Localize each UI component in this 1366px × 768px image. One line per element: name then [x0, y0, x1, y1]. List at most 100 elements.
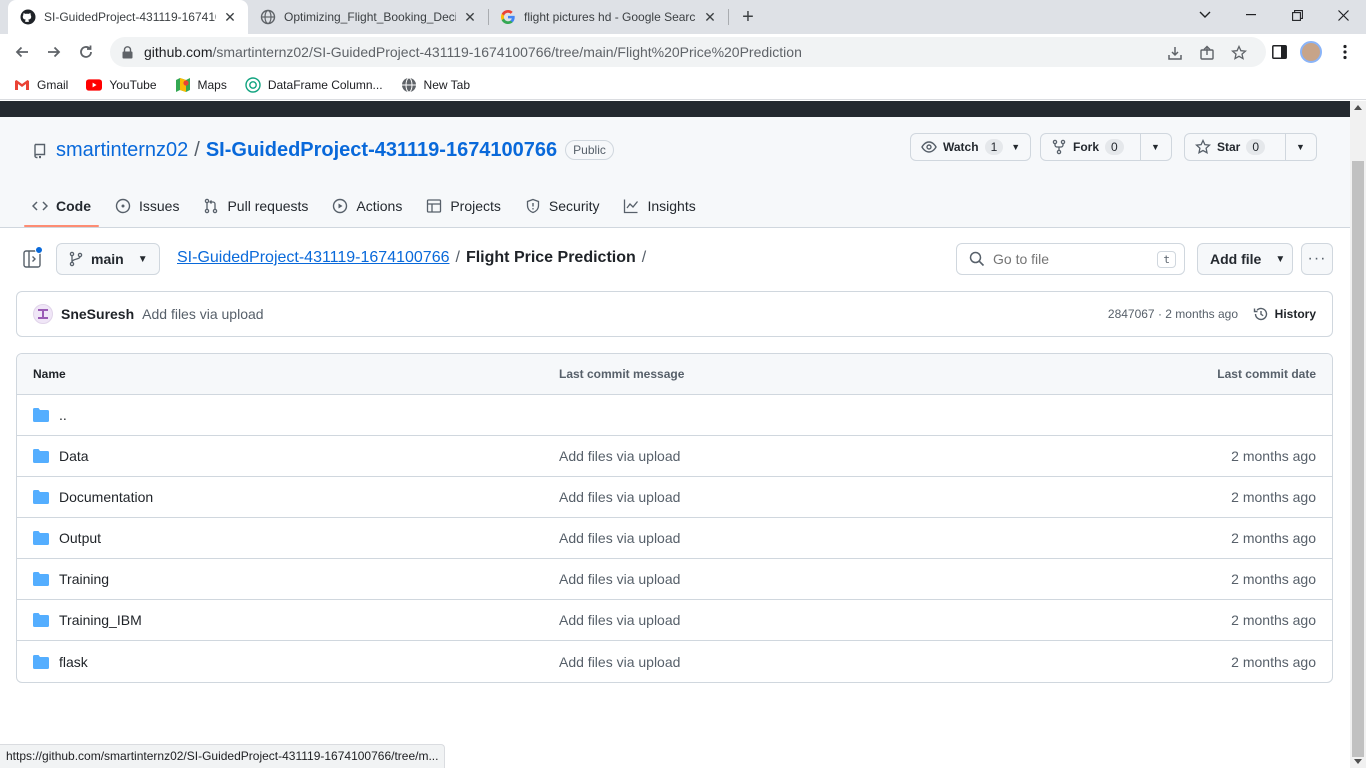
close-tab-icon[interactable]: ✕ — [702, 9, 718, 25]
fork-dropdown[interactable]: ▼ — [1140, 134, 1170, 160]
commit-message-link[interactable]: Add files via upload — [559, 448, 680, 464]
star-dropdown[interactable]: ▼ — [1285, 134, 1315, 160]
history-button[interactable]: History — [1253, 306, 1316, 322]
author-avatar[interactable] — [33, 304, 53, 324]
folder-icon — [33, 448, 49, 464]
file-name: flask — [59, 653, 88, 670]
star-button[interactable]: Star 0 ▼ — [1184, 133, 1317, 161]
browser-tab-github[interactable]: SI-GuidedProject-431119-16741007 ✕ — [8, 0, 248, 34]
bookmark-youtube[interactable]: YouTube — [86, 77, 157, 93]
folder-link-training-ibm[interactable]: Training_IBM — [33, 612, 142, 628]
browser-tab-google[interactable]: flight pictures hd - Google Search ✕ — [488, 0, 728, 34]
bookmark-gmail[interactable]: Gmail — [14, 77, 68, 93]
branch-selector[interactable]: main ▼ — [56, 243, 160, 275]
close-tab-icon[interactable]: ✕ — [462, 9, 478, 25]
watch-button[interactable]: Watch 1 ▼ — [910, 133, 1031, 161]
folder-link-training[interactable]: Training — [33, 571, 109, 587]
file-name: Documentation — [59, 489, 154, 505]
kebab-horizontal-icon: ··· — [1307, 250, 1327, 267]
commit-message-link[interactable]: Add files via upload — [559, 654, 680, 670]
profile-avatar[interactable] — [1300, 41, 1322, 63]
reload-icon[interactable] — [72, 38, 100, 66]
bookmark-maps[interactable]: Maps — [175, 77, 227, 93]
folder-link-data[interactable]: Data — [33, 448, 89, 464]
watch-main[interactable]: Watch 1 ▼ — [911, 134, 1030, 160]
close-tab-icon[interactable]: ✕ — [222, 9, 238, 25]
tab-label: Pull requests — [227, 198, 309, 214]
tab-pull-requests[interactable]: Pull requests — [195, 187, 316, 225]
bookmark-star-icon[interactable] — [1230, 44, 1248, 62]
share-icon[interactable] — [1198, 44, 1216, 62]
git-branch-icon — [69, 251, 83, 267]
parent-directory-link[interactable]: .. — [33, 407, 67, 423]
add-file-button[interactable]: Add file ▼ — [1197, 243, 1293, 275]
commit-message[interactable]: Add files via upload — [142, 306, 263, 322]
file-tree-toggle[interactable] — [22, 246, 43, 269]
tab-search-icon[interactable] — [1182, 0, 1228, 30]
folder-link-documentation[interactable]: Documentation — [33, 489, 153, 505]
add-file-label: Add file — [1210, 251, 1262, 267]
gmail-icon — [14, 77, 30, 93]
watch-count: 1 — [984, 139, 1004, 155]
repo-owner-link[interactable]: smartinternz02 — [56, 139, 188, 162]
folder-link-flask[interactable]: flask — [33, 654, 88, 670]
table-row[interactable]: Training_IBM Add files via upload 2 mont… — [17, 600, 1332, 641]
commit-message-link[interactable]: Add files via upload — [559, 571, 680, 587]
commit-date: 2 months ago — [1231, 448, 1316, 464]
commit-date: 2 months ago — [1231, 571, 1316, 587]
restore-icon[interactable] — [1274, 0, 1320, 30]
minimize-icon[interactable] — [1228, 0, 1274, 30]
table-row[interactable]: Training Add files via upload 2 months a… — [17, 559, 1332, 600]
go-to-file-input[interactable] — [993, 251, 1143, 267]
tab-title: Optimizing_Flight_Booking_Decisi — [284, 10, 456, 24]
fork-button[interactable]: Fork 0 ▼ — [1040, 133, 1172, 161]
forward-icon[interactable] — [40, 38, 68, 66]
browser-tab-optimizing[interactable]: Optimizing_Flight_Booking_Decisi ✕ — [248, 0, 488, 34]
address-bar[interactable]: github.com/smartinternz02/SI-GuidedProje… — [110, 37, 1266, 67]
url-path: /smartinternz02/SI-GuidedProject-431119-… — [212, 44, 802, 60]
table-row[interactable]: flask Add files via upload 2 months ago — [17, 641, 1332, 682]
close-window-icon[interactable] — [1320, 0, 1366, 30]
file-name: Data — [59, 448, 89, 464]
scroll-up-arrow-icon[interactable] — [1354, 105, 1362, 110]
star-main[interactable]: Star 0 — [1185, 134, 1285, 160]
table-row[interactable]: Output Add files via upload 2 months ago — [17, 518, 1332, 559]
star-count: 0 — [1246, 139, 1266, 155]
commit-date: 2 months ago — [1231, 489, 1316, 505]
back-icon[interactable] — [8, 38, 36, 66]
tab-issues[interactable]: Issues — [107, 187, 187, 225]
lock-icon[interactable] — [120, 45, 134, 59]
commit-meta[interactable]: 2847067 · 2 months ago — [1108, 307, 1238, 321]
commit-message-link[interactable]: Add files via upload — [559, 530, 680, 546]
commit-message-link[interactable]: Add files via upload — [559, 612, 680, 628]
commit-author[interactable]: SneSuresh — [61, 306, 134, 322]
breadcrumb-repo-link[interactable]: SI-GuidedProject-431119-1674100766 — [177, 249, 450, 267]
new-tab-button[interactable]: + — [737, 6, 759, 28]
table-row[interactable]: Data Add files via upload 2 months ago — [17, 436, 1332, 477]
parent-directory-row[interactable]: .. — [17, 395, 1332, 436]
code-icon — [32, 198, 48, 214]
scrollbar-thumb[interactable] — [1352, 161, 1364, 757]
tab-projects[interactable]: Projects — [418, 187, 509, 225]
tab-code[interactable]: Code — [24, 187, 99, 227]
go-to-file-search[interactable]: t — [956, 243, 1185, 275]
chevron-down-icon: ▼ — [1275, 253, 1286, 265]
commit-message-link[interactable]: Add files via upload — [559, 489, 680, 505]
install-icon[interactable] — [1166, 44, 1184, 62]
fork-main[interactable]: Fork 0 — [1041, 134, 1140, 160]
link-status-bubble: https://github.com/smartinternz02/SI-Gui… — [0, 744, 446, 768]
tab-security[interactable]: Security — [517, 187, 608, 225]
scroll-down-arrow-icon[interactable] — [1354, 759, 1362, 764]
menu-kebab-icon[interactable] — [1334, 41, 1356, 63]
tab-actions[interactable]: Actions — [324, 187, 410, 225]
repo-name-link[interactable]: SI-GuidedProject-431119-1674100766 — [206, 139, 557, 162]
bookmark-dataframe[interactable]: DataFrame Column... — [245, 76, 383, 93]
page-scrollbar[interactable] — [1350, 101, 1366, 768]
more-options-button[interactable]: ··· — [1301, 243, 1333, 275]
folder-link-output[interactable]: Output — [33, 530, 101, 546]
bookmark-new-tab[interactable]: New Tab — [401, 77, 470, 93]
fork-icon — [1051, 139, 1067, 155]
tab-insights[interactable]: Insights — [615, 187, 703, 225]
table-row[interactable]: Documentation Add files via upload 2 mon… — [17, 477, 1332, 518]
side-panel-icon[interactable] — [1268, 41, 1290, 63]
